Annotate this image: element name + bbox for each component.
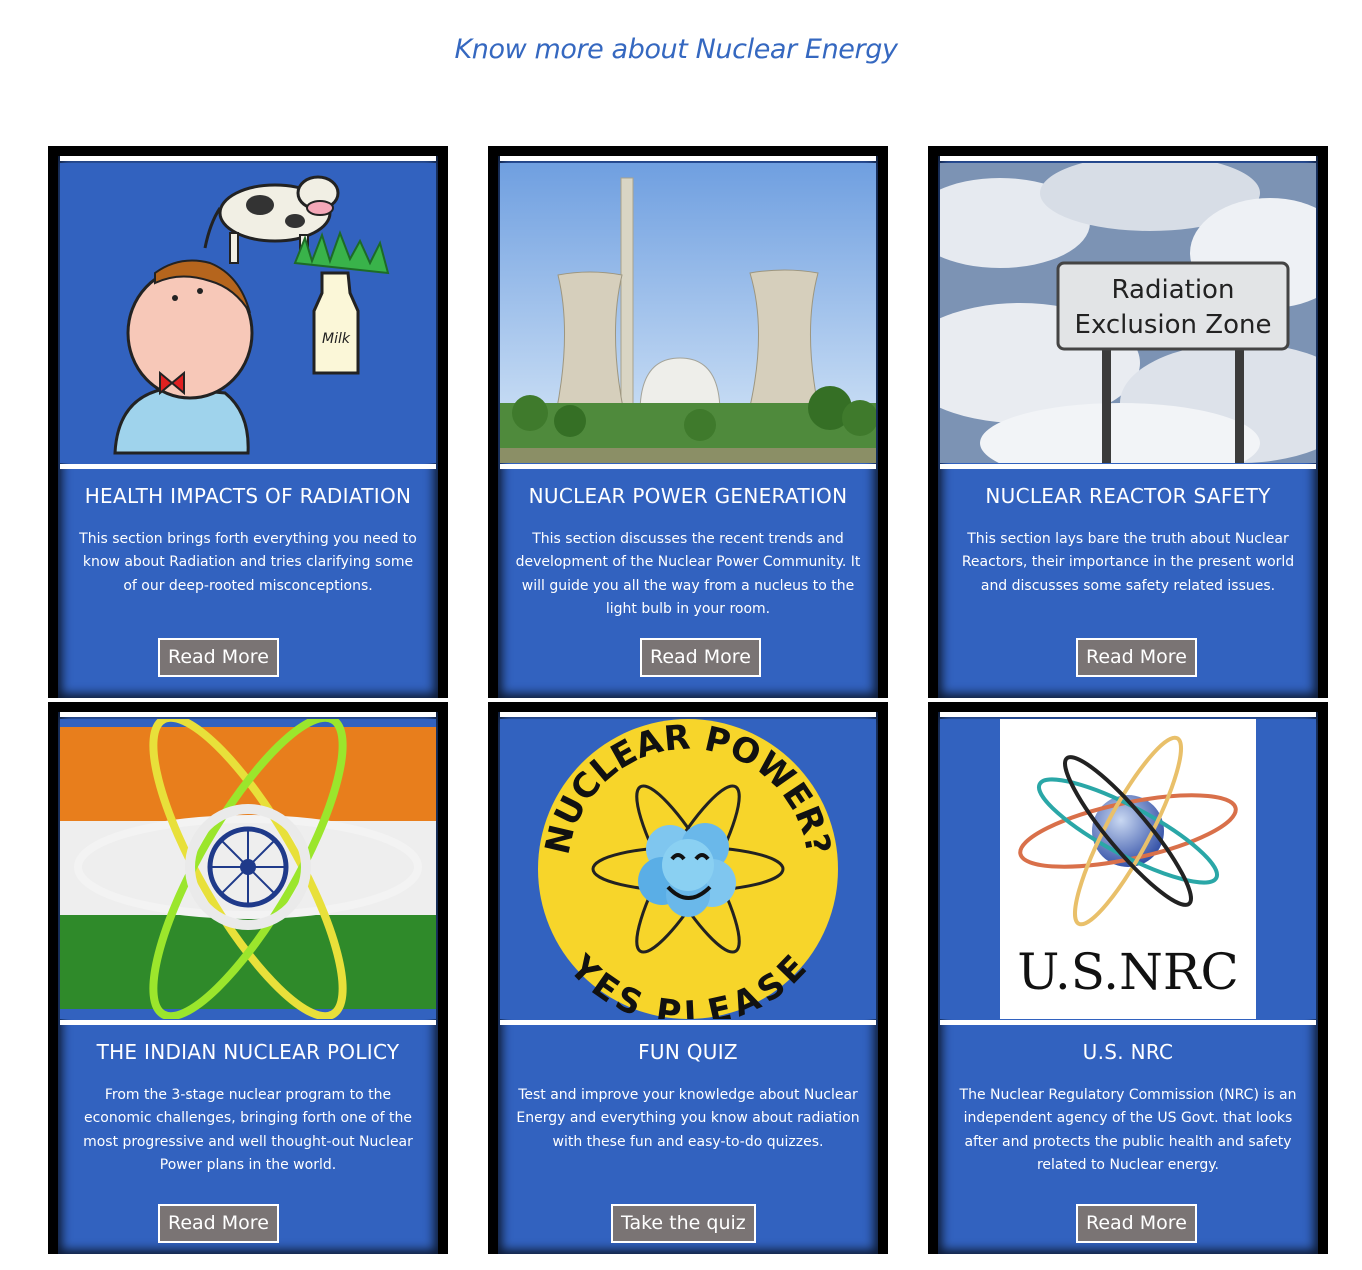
read-more-button[interactable]: Read More [1076,638,1197,677]
exclusion-zone-sign-icon: Radiation Exclusion Zone [940,163,1316,463]
card-title: THE INDIAN NUCLEAR POLICY [96,1040,400,1064]
card-indian-policy: THE INDIAN NUCLEAR POLICY From the 3-sta… [48,702,448,1254]
card-power-generation: NUCLEAR POWER GENERATION This section di… [488,146,888,698]
read-more-button[interactable]: Read More [158,638,279,677]
card-title: HEALTH IMPACTS OF RADIATION [84,484,412,508]
read-more-button[interactable]: Read More [1076,1204,1197,1243]
card-reactor-safety: Radiation Exclusion Zone NUCLEAR REACTOR… [928,146,1328,698]
card-image: Milk [60,163,436,463]
nrc-wordmark: U.S.NRC [1017,943,1238,1001]
card-title: NUCLEAR REACTOR SAFETY [985,484,1271,508]
page-heading: Know more about Nuclear Energy [454,34,898,65]
card-title: NUCLEAR POWER GENERATION [528,484,848,508]
card-title: U.S. NRC [1082,1040,1174,1064]
cartoon-boy-cow-icon: Milk [60,163,436,463]
card-description: Test and improve your knowledge about Nu… [516,1087,860,1150]
card-image: NUCLEAR POWER? YES PLEASE [500,719,876,1019]
card-image: U.S.NRC [940,719,1316,1019]
card-description: This section lays bare the truth about N… [961,531,1295,594]
read-more-button[interactable]: Read More [158,1204,279,1243]
card-description: The Nuclear Regulatory Commission (NRC) … [959,1087,1297,1173]
card-image [500,163,876,463]
indian-flag-atom-icon [60,719,436,1019]
card-health-impacts: Milk HEALTH IMPACTS OF RADIATION This se… [48,146,448,698]
milk-label: Milk [322,331,351,347]
nrc-logo-icon: U.S.NRC [940,719,1316,1019]
card-us-nrc: U.S.NRC U.S. NRC The Nuclear Regulatory … [928,702,1328,1254]
card-description: From the 3-stage nuclear program to the … [83,1087,413,1173]
power-plant-icon [500,163,876,463]
take-quiz-button[interactable]: Take the quiz [611,1204,756,1243]
card-image [60,719,436,1019]
card-fun-quiz: NUCLEAR POWER? YES PLEASE FUN QUIZ Test … [488,702,888,1254]
card-description: This section brings forth everything you… [79,531,417,594]
card-title: FUN QUIZ [638,1040,738,1064]
read-more-button[interactable]: Read More [640,638,761,677]
card-description: This section discusses the recent trends… [515,531,861,617]
card-image: Radiation Exclusion Zone [940,163,1316,463]
sign-line-1: Radiation [1112,275,1235,305]
yes-please-badge-icon: NUCLEAR POWER? YES PLEASE [500,719,876,1019]
sign-line-2: Exclusion Zone [1075,310,1272,340]
